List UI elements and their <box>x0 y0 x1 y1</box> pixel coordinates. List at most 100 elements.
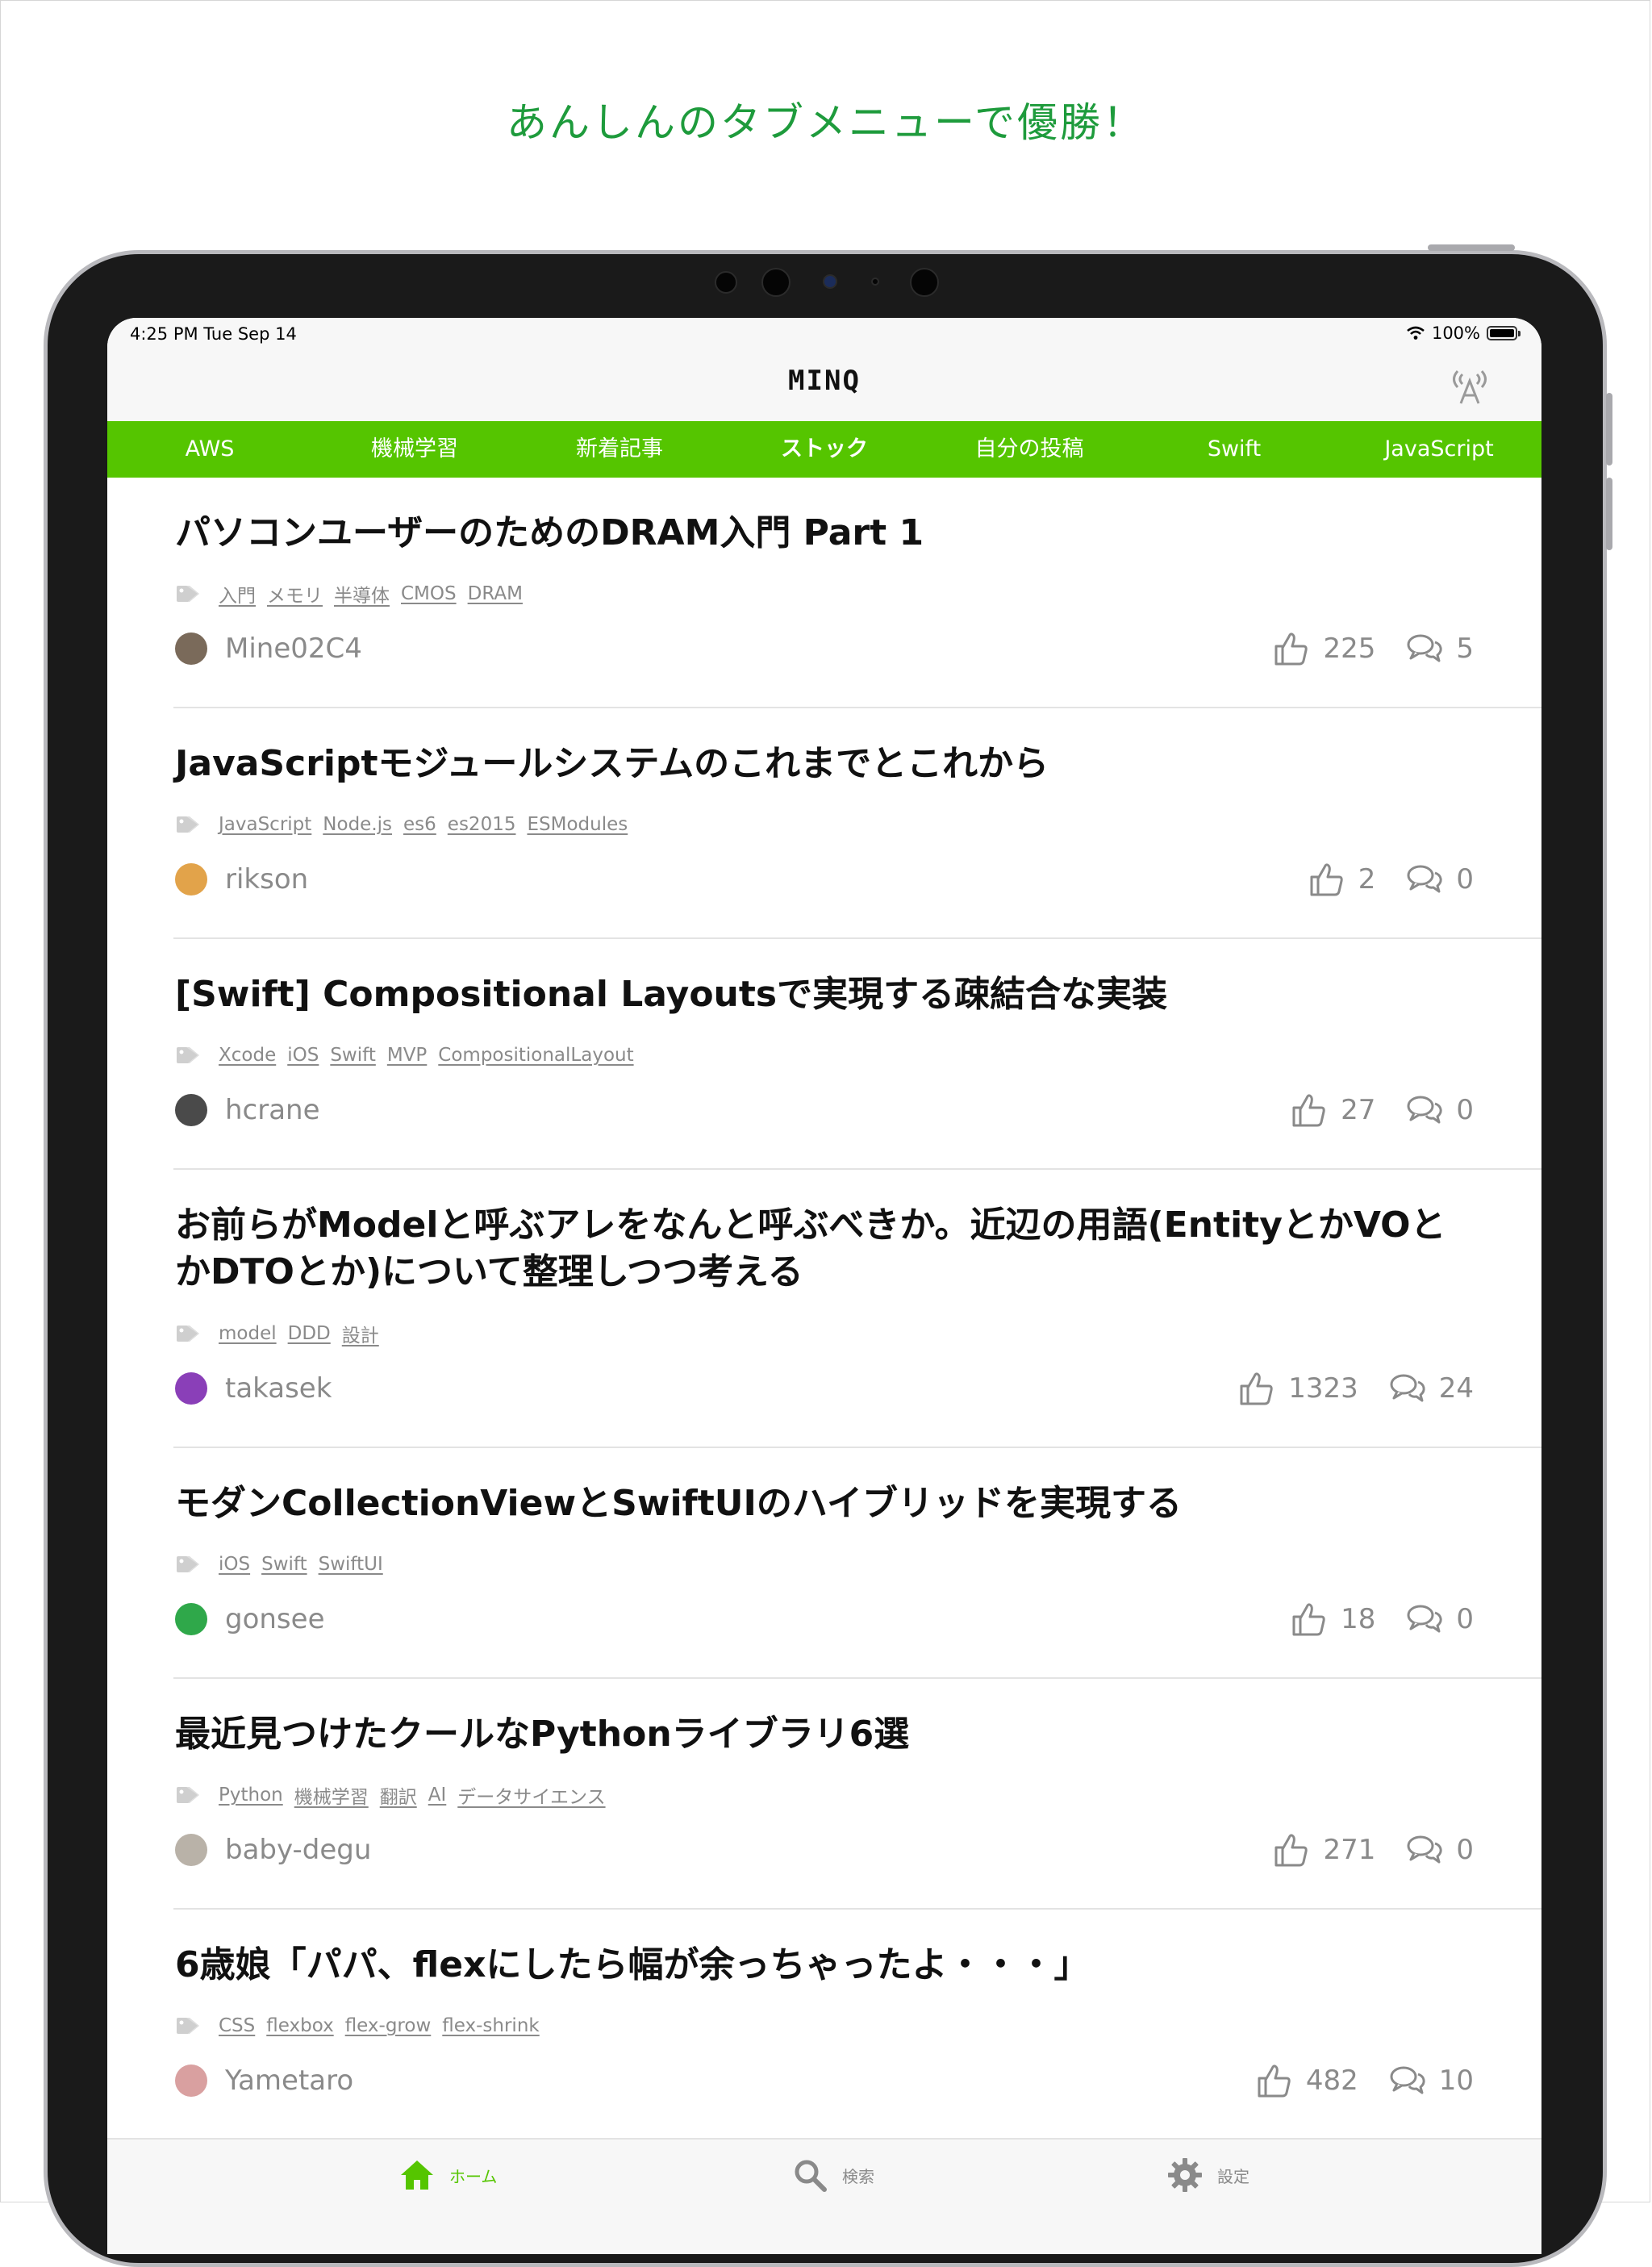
tag-link[interactable]: データサイエンス <box>457 1781 605 1809</box>
article-title[interactable]: お前らがModelと呼ぶアレをなんと呼ぶべきか。近辺の用語(EntityとかVO… <box>175 1202 1450 1296</box>
article-title[interactable]: 最近見つけたクールなPythonライブラリ6選 <box>175 1711 1450 1758</box>
tag-link[interactable]: es6 <box>403 814 436 835</box>
comment-count: 0 <box>1456 1603 1474 1635</box>
article-title[interactable]: [Swift] Compositional Layoutsで実現する疎結合な実装 <box>175 971 1450 1018</box>
tag-link[interactable]: メモリ <box>267 580 323 607</box>
tag-link[interactable]: Xcode <box>219 1045 276 1066</box>
tag-link[interactable]: 半導体 <box>334 580 390 607</box>
article-card[interactable]: [Swift] Compositional Layoutsで実現する疎結合な実装… <box>107 939 1541 1170</box>
tab-6[interactable]: JavaScript <box>1337 421 1541 478</box>
comment-icon[interactable] <box>1406 630 1443 667</box>
tag-link[interactable]: AI <box>428 1785 447 1806</box>
author-name[interactable]: gonsee <box>225 1603 324 1635</box>
tag-link[interactable]: CMOS <box>401 583 457 604</box>
tag-link[interactable]: 設計 <box>342 1320 379 1347</box>
tag-icon <box>177 2018 199 2034</box>
thumbs-up-icon[interactable] <box>1256 2062 1293 2099</box>
tag-link[interactable]: ESModules <box>527 814 628 835</box>
article-title[interactable]: モダンCollectionViewとSwiftUIのハイブリッドを実現する <box>175 1480 1450 1527</box>
tag-link[interactable]: Swift <box>261 1554 307 1575</box>
tag-link[interactable]: 入門 <box>219 580 256 607</box>
tag-link[interactable]: Node.js <box>323 814 392 835</box>
author-row[interactable]: Mine02C4 <box>175 631 362 666</box>
status-time: 4:25 PM Tue Sep 14 <box>130 324 297 344</box>
like-count: 225 <box>1323 633 1376 665</box>
comment-icon[interactable] <box>1389 2062 1426 2099</box>
tag-link[interactable]: flexbox <box>266 2015 333 2036</box>
article-stats: 27 0 <box>1291 1091 1474 1129</box>
article-feed: パソコンユーザーのためのDRAM入門 Part 1 入門 メモリ 半導体 CMOS DRA… <box>107 478 1541 2140</box>
tab-1[interactable]: 機械学習 <box>312 421 517 478</box>
tab-5[interactable]: Swift <box>1132 421 1337 478</box>
tab-search[interactable]: 検索 <box>792 2157 874 2193</box>
comment-icon[interactable] <box>1406 1601 1443 1638</box>
tag-link[interactable]: Python <box>219 1785 283 1806</box>
tag-link[interactable]: flex-shrink <box>442 2015 539 2036</box>
category-tab-bar: AWS 機械学習 新着記事 ストック 自分の投稿 Swift JavaScript <box>107 421 1541 478</box>
tag-link[interactable]: iOS <box>219 1554 250 1575</box>
tag-link[interactable]: 翻訳 <box>380 1781 417 1809</box>
tag-link[interactable]: CompositionalLayout <box>438 1045 633 1066</box>
comment-icon[interactable] <box>1389 1370 1426 1407</box>
tag-link[interactable]: es2015 <box>448 814 516 835</box>
tag-list: iOS Swift SwiftUI <box>175 1551 383 1577</box>
thumbs-up-icon[interactable] <box>1291 1601 1328 1638</box>
tab-settings[interactable]: 設定 <box>1167 2157 1249 2193</box>
thumbs-up-icon[interactable] <box>1273 630 1310 667</box>
thumbs-up-icon[interactable] <box>1238 1370 1275 1407</box>
author-name[interactable]: takasek <box>225 1372 332 1405</box>
article-card[interactable]: 最近見つけたクールなPythonライブラリ6選 Python 機械学習 翻訳 AI データ… <box>107 1679 1541 1910</box>
broadcast-icon[interactable] <box>1446 363 1493 410</box>
author-row[interactable]: gonsee <box>175 1601 324 1637</box>
author-row[interactable]: Yametaro <box>175 2063 353 2098</box>
tag-link[interactable]: Swift <box>330 1045 376 1066</box>
article-card[interactable]: モダンCollectionViewとSwiftUIのハイブリッドを実現する iOS… <box>107 1448 1541 1679</box>
author-row[interactable]: takasek <box>175 1371 332 1406</box>
tag-link[interactable]: JavaScript <box>219 814 311 835</box>
comment-icon[interactable] <box>1406 1831 1443 1868</box>
tag-link[interactable]: CSS <box>219 2015 255 2036</box>
article-title[interactable]: 6歳娘「パパ、flexにしたら幅が余っちゃったよ・・・」 <box>175 1942 1450 1989</box>
tab-2[interactable]: 新着記事 <box>517 421 722 478</box>
tag-list: 入門 メモリ 半導体 CMOS DRAM <box>175 581 523 607</box>
article-card[interactable]: パソコンユーザーのためのDRAM入門 Part 1 入門 メモリ 半導体 CMOS DRA… <box>107 478 1541 708</box>
tab-settings-label: 設定 <box>1217 2166 1249 2186</box>
tab-4[interactable]: 自分の投稿 <box>927 421 1132 478</box>
tag-link[interactable]: DRAM <box>468 583 523 604</box>
article-title[interactable]: パソコンユーザーのためのDRAM入門 Part 1 <box>175 510 1450 557</box>
sensor-dot <box>910 268 939 297</box>
author-name[interactable]: baby-degu <box>225 1834 371 1866</box>
author-row[interactable]: rikson <box>175 862 308 897</box>
article-card[interactable]: お前らがModelと呼ぶアレをなんと呼ぶべきか。近辺の用語(EntityとかVO… <box>107 1170 1541 1448</box>
tab-3[interactable]: ストック <box>722 421 927 478</box>
article-title[interactable]: JavaScriptモジュールシステムのこれまでとこれから <box>175 741 1450 787</box>
author-name[interactable]: Yametaro <box>225 2065 353 2097</box>
sensor-dot <box>715 271 737 294</box>
tab-0[interactable]: AWS <box>107 421 312 478</box>
tag-link[interactable]: DDD <box>288 1323 331 1344</box>
author-row[interactable]: hcrane <box>175 1092 320 1128</box>
tag-link[interactable]: 機械学習 <box>294 1781 369 1809</box>
tag-link[interactable]: flex-grow <box>345 2015 432 2036</box>
tab-home[interactable]: ホーム <box>399 2157 497 2193</box>
article-card[interactable]: JavaScriptモジュールシステムのこれまでとこれから JavaScript N… <box>107 708 1541 939</box>
author-name[interactable]: hcrane <box>225 1094 320 1126</box>
thumbs-up-icon[interactable] <box>1273 1831 1310 1868</box>
tag-link[interactable]: iOS <box>287 1045 319 1066</box>
comment-icon[interactable] <box>1406 1092 1443 1129</box>
article-card[interactable]: 6歳娘「パパ、flexにしたら幅が余っちゃったよ・・・」 CSS flexbox fl… <box>107 1910 1541 2140</box>
author-name[interactable]: rikson <box>225 863 308 896</box>
tag-link[interactable]: model <box>219 1323 277 1344</box>
like-count: 2 <box>1358 863 1376 896</box>
front-camera <box>823 274 837 289</box>
thumbs-up-icon[interactable] <box>1291 1092 1328 1129</box>
article-stats: 482 10 <box>1256 2061 1474 2100</box>
author-name[interactable]: Mine02C4 <box>225 633 362 665</box>
article-stats: 20 <box>1308 860 1474 899</box>
status-bar: 4:25 PM Tue Sep 14 100% <box>107 318 1541 350</box>
tag-link[interactable]: MVP <box>387 1045 427 1066</box>
tag-link[interactable]: SwiftUI <box>319 1554 383 1575</box>
thumbs-up-icon[interactable] <box>1308 861 1345 898</box>
comment-icon[interactable] <box>1406 861 1443 898</box>
author-row[interactable]: baby-degu <box>175 1832 371 1868</box>
